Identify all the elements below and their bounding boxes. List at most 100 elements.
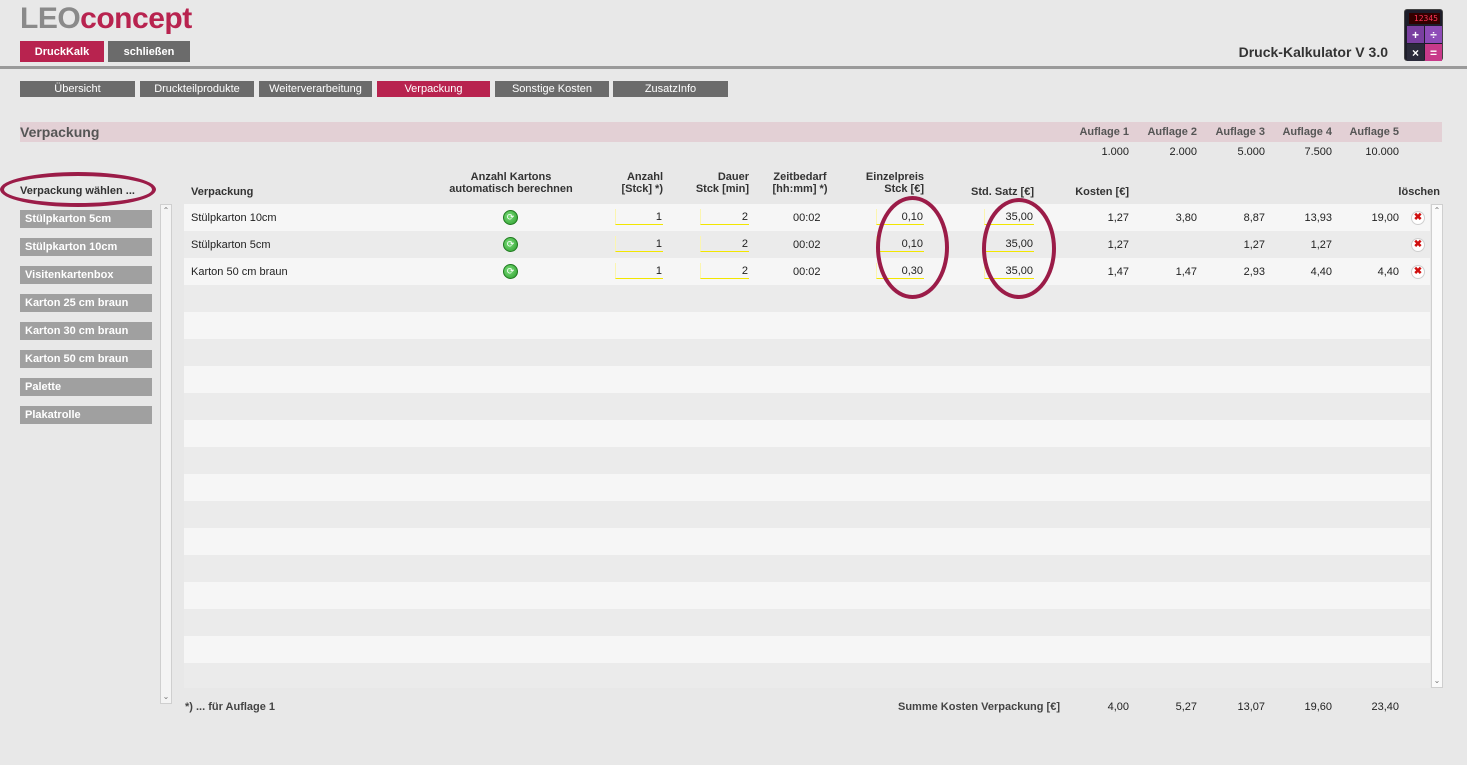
col-header-std-satz: Std. Satz [€] [971,186,1034,198]
anzahl-input[interactable]: 1 [615,209,663,225]
summe-auflage-4: 19,60 [1304,701,1332,713]
col-header-dauer: Dauer Stck [min] [680,171,749,195]
druckkalk-button[interactable]: DruckKalk [20,41,104,62]
empty-row [184,609,1430,636]
kosten-auflage-4: 13,93 [1304,211,1332,224]
kosten-auflage-2: 3,80 [1175,211,1197,224]
tab-zusatzinfo[interactable]: ZusatzInfo [613,81,728,97]
dauer-input[interactable]: 2 [700,236,749,252]
delete-icon[interactable]: ✖ [1411,237,1425,252]
schliessen-button[interactable]: schließen [108,41,190,62]
col-header-dauer-line1: Dauer [717,171,749,183]
col-header-einzelpreis: Einzelpreis Stck [€] [850,171,924,195]
table-scrollbar[interactable]: ⌃ ⌄ [1431,204,1443,688]
col-header-zeitbedarf-line1: Zeitbedarf [773,171,827,183]
table-row: Stülpkarton 5cm ⟳ 1 2 00:02 0,10 35,00 1… [184,231,1430,258]
auto-calc-icon[interactable]: ⟳ [503,237,518,252]
kosten-auflage-2: 1,47 [1175,265,1197,278]
sidebar-scrollbar[interactable]: ⌃ ⌄ [160,204,172,704]
kosten-auflage-3: 8,87 [1243,211,1265,224]
delete-icon[interactable]: ✖ [1411,264,1425,279]
scroll-up-icon[interactable]: ⌃ [161,205,171,217]
zeitbedarf-value: 00:02 [793,211,821,224]
kosten-auflage-4: 1,27 [1310,238,1332,251]
tab-sonstige-kosten[interactable]: Sonstige Kosten [495,81,609,97]
empty-row [184,447,1430,474]
row-name: Karton 50 cm braun [191,265,288,278]
col-header-auto-kartons-line2: automatisch berechnen [449,183,573,195]
footnote: *) ... für Auflage 1 [185,701,276,713]
summe-auflage-2: 5,27 [1175,701,1197,713]
col-header-anzahl-line1: Anzahl [626,171,663,183]
auflage-4-label: Auflage 4 [1282,126,1332,138]
sidebar-item-palette[interactable]: Palette [20,378,152,396]
divide-key-icon: ÷ [1425,26,1442,43]
logo-concept-text: concept [80,2,192,35]
auflage-1-value: 1.000 [1101,146,1129,158]
empty-row [184,285,1430,312]
einzelpreis-input[interactable]: 0,10 [876,236,924,252]
col-header-verpackung: Verpackung [191,186,254,198]
tab-verpackung[interactable]: Verpackung [377,81,490,97]
tab-weiterverarbeitung[interactable]: Weiterverarbeitung [259,81,372,97]
auto-calc-icon[interactable]: ⟳ [503,210,518,225]
sidebar-item-karton-25[interactable]: Karton 25 cm braun [20,294,152,312]
auflage-2-value: 2.000 [1169,146,1197,158]
empty-row [184,663,1430,688]
dauer-input[interactable]: 2 [700,209,749,225]
zeitbedarf-value: 00:02 [793,238,821,251]
sidebar-item-stuelpkarton-10cm[interactable]: Stülpkarton 10cm [20,238,152,256]
calculator-display: 12345 [1409,13,1440,24]
col-header-loeschen: löschen [1398,186,1440,198]
col-header-anzahl-line2: [Stck] *) [621,183,663,195]
sidebar-item-karton-50[interactable]: Karton 50 cm braun [20,350,152,368]
empty-row [184,366,1430,393]
auflage-4-value: 7.500 [1304,146,1332,158]
empty-row [184,312,1430,339]
tab-uebersicht[interactable]: Übersicht [20,81,135,97]
dauer-input[interactable]: 2 [700,263,749,279]
table-row: Stülpkarton 10cm ⟳ 1 2 00:02 0,10 35,00 … [184,204,1430,231]
anzahl-input[interactable]: 1 [615,236,663,252]
col-header-zeitbedarf: Zeitbedarf [hh:mm] *) [765,171,835,195]
col-header-zeitbedarf-line2: [hh:mm] *) [772,183,828,195]
col-header-einzelpreis-line1: Einzelpreis [865,171,924,183]
header-divider [0,66,1467,69]
auflage-5-label: Auflage 5 [1349,126,1399,138]
empty-row [184,582,1430,609]
row-name: Stülpkarton 5cm [191,238,271,251]
scroll-down-icon[interactable]: ⌄ [161,691,171,703]
verpackung-waehlen-heading: Verpackung wählen ... [20,185,135,197]
empty-row [184,636,1430,663]
summe-auflage-3: 13,07 [1237,701,1265,713]
scroll-down-icon[interactable]: ⌄ [1432,675,1442,687]
std-satz-input[interactable]: 35,00 [984,236,1034,252]
empty-row [184,555,1430,582]
sidebar-item-karton-30[interactable]: Karton 30 cm braun [20,322,152,340]
equals-key-icon: = [1425,44,1442,61]
delete-icon[interactable]: ✖ [1411,210,1425,225]
std-satz-input[interactable]: 35,00 [984,263,1034,279]
sidebar-item-plakatrolle[interactable]: Plakatrolle [20,406,152,424]
std-satz-input[interactable]: 35,00 [984,209,1034,225]
summe-auflage-1: 4,00 [1107,701,1129,713]
einzelpreis-input[interactable]: 0,30 [876,263,924,279]
kosten-auflage-5 [1329,231,1399,258]
auflage-3-label: Auflage 3 [1215,126,1265,138]
scroll-up-icon[interactable]: ⌃ [1432,205,1442,217]
table-row: Karton 50 cm braun ⟳ 1 2 00:02 0,30 35,0… [184,258,1430,285]
auto-calc-icon[interactable]: ⟳ [503,264,518,279]
calculator-icon[interactable]: 12345 + ÷ × = [1404,9,1443,61]
summe-auflage-5: 23,40 [1371,701,1399,713]
auflage-1-label: Auflage 1 [1079,126,1129,138]
kosten-auflage-3: 2,93 [1243,265,1265,278]
auflage-3-value: 5.000 [1237,146,1265,158]
kosten-auflage-1: 1,47 [1107,265,1129,278]
logo-leo-text: LEO [20,2,81,35]
empty-row [184,420,1430,447]
einzelpreis-input[interactable]: 0,10 [876,209,924,225]
sidebar-item-stuelpkarton-5cm[interactable]: Stülpkarton 5cm [20,210,152,228]
anzahl-input[interactable]: 1 [615,263,663,279]
tab-druckteilprodukte[interactable]: Druckteilprodukte [140,81,254,97]
sidebar-item-visitenkartenbox[interactable]: Visitenkartenbox [20,266,152,284]
